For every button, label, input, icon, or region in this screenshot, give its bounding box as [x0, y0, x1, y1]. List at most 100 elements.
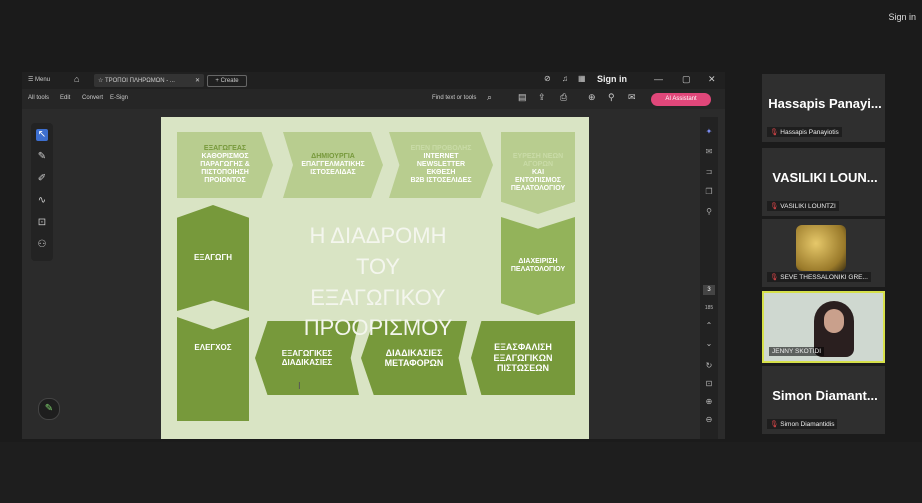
box4-line4: ΕΝΤΟΠΙΣΜΟΣ [515, 177, 561, 185]
sign-in-button[interactable]: Sign in [597, 74, 627, 84]
view-icon[interactable]: ▤ [518, 92, 527, 103]
minimize-button[interactable]: — [654, 74, 663, 84]
search-icon[interactable]: ⌕ [487, 92, 492, 103]
highlight-icon[interactable]: ✐ [36, 173, 48, 185]
all-tools-menu[interactable]: All tools [28, 95, 49, 101]
menu-button[interactable]: ☰ Menu [28, 76, 50, 83]
box1-line4: ΠΙΣΤΟΠΟΙΗΣΗ [201, 169, 249, 177]
ai-icon[interactable]: ✦ [703, 127, 715, 136]
muted-mic-icon: 🎙 [770, 274, 779, 281]
comments-icon[interactable]: ✉ [703, 147, 715, 156]
active-speaker-tile[interactable]: JENNY SKOTIDI [762, 291, 885, 363]
zoom-out-icon[interactable]: ⊖ [703, 415, 715, 424]
box3-line3: NEWSLETTER [416, 160, 466, 168]
stamp-icon[interactable]: ⚇ [36, 239, 48, 251]
flow-step-control: ΕΛΕΓΧΟΣ [177, 317, 249, 421]
ai-assistant-button[interactable]: AI Assistant [651, 93, 711, 106]
participant-name: Hassapis Panayiotis [780, 129, 839, 136]
participant-tile[interactable]: VASILIKI LOUN... 🎙 VASILIKI LOUNTZI [762, 148, 885, 216]
flow-step-website: ΔΗΜΙΟΥΡΓΙΑ ΕΠΑΓΓΕΛΜΑΤΙΚΗΣ ΙΣΤΟΣΕΛΙΔΑΣ [283, 132, 383, 198]
participant-name: VASILIKI LOUNTZI [780, 203, 836, 210]
total-pages: 185 [704, 305, 714, 311]
notification-icon[interactable]: ♫ [562, 74, 568, 83]
participant-name-label: 🎙 Hassapis Panayiotis [767, 127, 842, 137]
pdf-toolbar: All tools Edit Convert E-Sign Find text … [22, 89, 725, 109]
esign-menu[interactable]: E-Sign [110, 95, 128, 101]
zoom-icon[interactable]: ⊕ [588, 92, 596, 103]
window-close-button[interactable]: ✕ [708, 74, 716, 85]
link-icon[interactable]: ⚲ [608, 92, 615, 103]
convert-menu[interactable]: Convert [82, 95, 103, 101]
comment-icon[interactable]: ✎ [36, 151, 48, 163]
box1-line2: ΚΑΘΟΡΙΣΜΟΣ [201, 152, 249, 160]
participant-tile[interactable]: 🎙 SEVE THESSALONIKI GRE... [762, 219, 885, 287]
help-icon[interactable]: ⊘ [544, 74, 551, 83]
refresh-icon[interactable]: ↻ [703, 361, 715, 370]
upload-icon[interactable]: ⇪ [538, 92, 546, 103]
participant-tile[interactable]: Simon Diamant... 🎙 Simon Diamantidis [762, 366, 885, 434]
box2-line3: ΙΣΤΟΣΕΛΙΔΑΣ [310, 169, 356, 177]
bookmark-icon[interactable]: ⊐ [703, 167, 715, 176]
box6-line1: ΕΞΑΣΦΑΛΙΣΗ [494, 342, 552, 353]
draw-icon[interactable]: ∿ [36, 195, 48, 207]
close-icon[interactable]: ✕ [195, 77, 200, 84]
pages-icon[interactable]: ❐ [703, 187, 715, 196]
document-tab[interactable]: ☆ ΤΡΟΠΟΙ ΠΛΗΡΩΜΩΝ - ... ✕ [94, 74, 204, 87]
box6-line3: ΠΙΣΤΩΣΕΩΝ [496, 363, 550, 374]
participant-name-label: JENNY SKOTIDI [769, 347, 825, 356]
participant-name: JENNY SKOTIDI [772, 348, 822, 355]
text-cursor-icon: I [298, 381, 301, 392]
current-page[interactable]: 3 [703, 285, 715, 295]
attach-icon[interactable]: ⚲ [703, 207, 715, 216]
fit-page-icon[interactable]: ⊡ [703, 379, 715, 388]
meeting-bottom-bar [0, 442, 922, 503]
box3-line2: INTERNET [423, 152, 459, 160]
participant-name-label: 🎙 Simon Diamantidis [767, 419, 838, 429]
participant-display-name: Hassapis Panayi... [768, 96, 882, 111]
title-line3: ΠΡΟΟΡΙΣΜΟΥ [303, 315, 453, 341]
participant-name-label: 🎙 SEVE THESSALONIKI GRE... [767, 272, 871, 282]
shared-screen: ☰ Menu ⌂ ☆ ΤΡΟΠΟΙ ΠΛΗΡΩΜΩΝ - ... ✕ + Cre… [22, 72, 725, 439]
participant-name-label: 🎙 VASILIKI LOUNTZI [767, 201, 839, 211]
participant-display-name: Simon Diamant... [772, 388, 878, 403]
participant-tile[interactable]: Hassapis Panayi... 🎙 Hassapis Panayiotis [762, 74, 885, 142]
select-cursor-icon[interactable]: ↖ [36, 129, 48, 141]
home-icon[interactable]: ⌂ [74, 74, 79, 84]
speaker-face [824, 309, 844, 333]
pen-tool-button[interactable]: ✎ [38, 398, 60, 420]
box3-line4: ΕΚΘΕΣΗ [426, 169, 456, 177]
page-down-icon[interactable]: ⌄ [703, 339, 715, 348]
box3-line1: ΕΠΕΝ ΠΡΟΒΟΛΗΣ [410, 144, 472, 152]
zoom-in-icon[interactable]: ⊕ [703, 397, 715, 406]
organization-logo-avatar [796, 225, 846, 271]
title-line1: Η ΔΙΑΔΡΟΜΗ [309, 223, 447, 248]
page-up-icon[interactable]: ⌃ [703, 321, 715, 330]
create-button[interactable]: + Create [207, 75, 247, 87]
box8-line2: ΔΙΑΔΙΚΑΣΙΕΣ [281, 358, 333, 367]
box2-line2: ΕΠΑΓΓΕΛΜΑΤΙΚΗΣ [301, 160, 365, 168]
participant-display-name: VASILIKI LOUN... [772, 170, 878, 185]
box9-line1: ΕΛΕΓΧΟΣ [194, 343, 232, 353]
flow-step-promotion: ΕΠΕΝ ΠΡΟΒΟΛΗΣ INTERNET NEWSLETTER ΕΚΘΕΣΗ… [389, 132, 493, 198]
maximize-button[interactable]: ▢ [682, 74, 691, 85]
box1-line5: ΠΡΟΙΟΝΤΟΣ [204, 177, 246, 185]
text-box-icon[interactable]: ⊡ [36, 217, 48, 229]
browser-tab-bar: ☰ Menu ⌂ ☆ ΤΡΟΠΟΙ ΠΛΗΡΩΜΩΝ - ... ✕ + Cre… [22, 72, 725, 89]
box3-line5: B2B ΙΣΤΟΣΕΛΙΔΕΣ [410, 177, 472, 185]
box5-line1: ΔΙΑΧΕΙΡΙΣΗ [518, 257, 558, 265]
title-line2: ΤΟΥ ΕΞΑΓΩΓΙΚΟΥ [310, 253, 446, 310]
right-tools-strip: ✦ ✉ ⊐ ❐ ⚲ [700, 117, 718, 439]
meeting-sign-in-button[interactable]: Sign in [888, 12, 916, 22]
print-icon[interactable]: ⎙ [560, 92, 567, 103]
tab-title: ☆ ΤΡΟΠΟΙ ΠΛΗΡΩΜΩΝ - ... [98, 78, 175, 84]
slide-title: Η ΔΙΑΔΡΟΜΗ ΤΟΥ ΕΞΑΓΩΓΙΚΟΥ ΠΡΟΟΡΙΣΜΟΥ [289, 221, 467, 344]
edit-menu[interactable]: Edit [60, 95, 70, 101]
participant-name: SEVE THESSALONIKI GRE... [780, 274, 868, 281]
apps-icon[interactable]: ▦ [578, 74, 586, 83]
box8-line1: ΕΞΑΓΩΓΙΚΕΣ [281, 348, 333, 358]
box4-line5: ΠΕΛΑΤΟΛΟΓΙΟΥ [510, 185, 566, 193]
mail-icon[interactable]: ✉ [628, 92, 636, 103]
box7-line2: ΜΕΤΑΦΟΡΩΝ [384, 358, 444, 368]
find-tools-field[interactable]: Find text or tools [432, 95, 476, 101]
box4-line3: ΚΑΙ [531, 168, 545, 176]
